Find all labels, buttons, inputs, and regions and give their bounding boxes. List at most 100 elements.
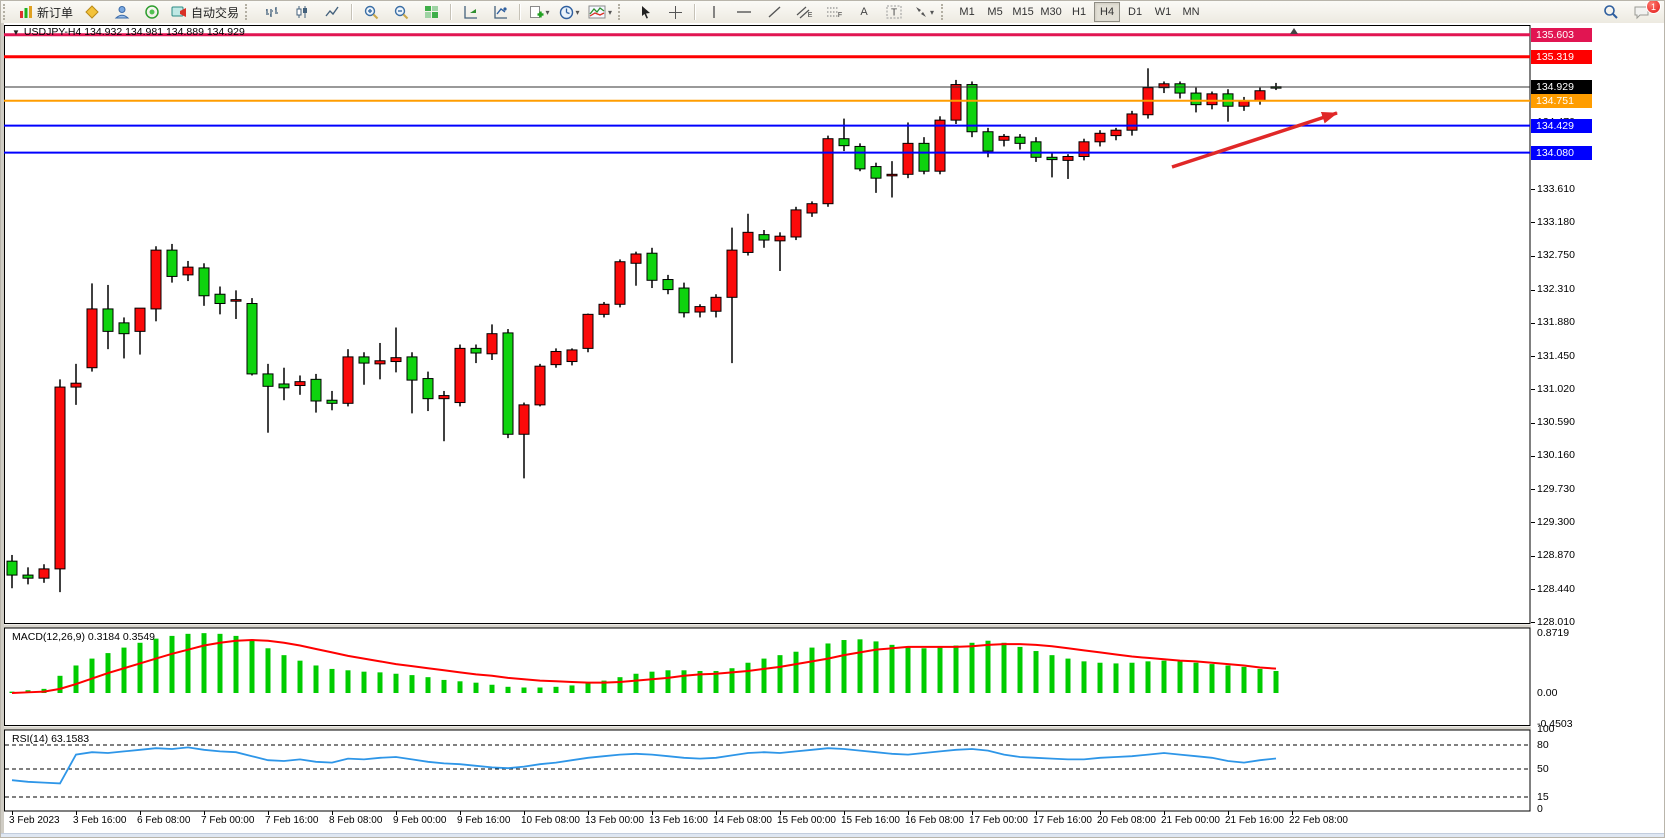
candle-body bbox=[1031, 142, 1041, 157]
time-axis-label: 17 Feb 16:00 bbox=[1033, 815, 1092, 826]
new-order-button[interactable]: 新订单 bbox=[15, 1, 77, 23]
add-indicator-button[interactable]: ▾ bbox=[524, 1, 554, 23]
macd-bar bbox=[202, 633, 207, 693]
signals-button[interactable] bbox=[137, 1, 167, 23]
price-chart[interactable] bbox=[4, 23, 1531, 833]
rsi-axis-label: 100 bbox=[1537, 723, 1555, 735]
price-tick bbox=[1531, 456, 1535, 457]
accounts-button[interactable] bbox=[107, 1, 137, 23]
vertical-line-icon bbox=[708, 5, 720, 19]
period-menu-button[interactable]: ▾ bbox=[554, 1, 584, 23]
macd-bar bbox=[1066, 659, 1071, 693]
time-axis-label: 6 Feb 08:00 bbox=[137, 815, 190, 826]
price-badge: 134.429 bbox=[1531, 119, 1592, 133]
auto-trading-label: 自动交易 bbox=[191, 4, 239, 21]
candlestick-chart-button[interactable] bbox=[287, 1, 317, 23]
crosshair-button[interactable] bbox=[660, 1, 690, 23]
text-tool-letter: A bbox=[860, 6, 867, 18]
auto-trading-button[interactable]: 自动交易 bbox=[167, 1, 243, 23]
macd-bar bbox=[426, 677, 431, 693]
candle-body bbox=[471, 348, 481, 353]
macd-bar bbox=[490, 685, 495, 693]
macd-bar bbox=[762, 659, 767, 693]
text-tool[interactable]: A bbox=[849, 1, 879, 23]
macd-bar bbox=[890, 645, 895, 693]
timeframe-h1[interactable]: H1 bbox=[1066, 2, 1092, 22]
timeframe-m30[interactable]: M30 bbox=[1038, 2, 1064, 22]
macd-bar bbox=[1130, 663, 1135, 693]
price-tick bbox=[1531, 256, 1535, 257]
price-tick bbox=[1531, 522, 1535, 523]
notification-badge: 1 bbox=[1646, 0, 1661, 14]
macd-bar bbox=[970, 643, 975, 693]
timeframe-h4[interactable]: H4 bbox=[1094, 2, 1120, 22]
text-label-tool[interactable]: T bbox=[879, 1, 909, 23]
time-axis-label: 3 Feb 16:00 bbox=[73, 815, 126, 826]
timeframe-m5[interactable]: M5 bbox=[982, 2, 1008, 22]
horizontal-line-tool[interactable] bbox=[729, 1, 759, 23]
price-badge: 135.603 bbox=[1531, 28, 1592, 42]
candle-body bbox=[775, 236, 785, 241]
vertical-line-tool[interactable] bbox=[699, 1, 729, 23]
candle-body bbox=[1207, 94, 1217, 105]
candle-body bbox=[1095, 133, 1105, 142]
timeframe-m1[interactable]: M1 bbox=[954, 2, 980, 22]
time-axis-label: 21 Feb 00:00 bbox=[1161, 815, 1220, 826]
time-axis-label: 22 Feb 08:00 bbox=[1289, 815, 1348, 826]
status-strip bbox=[1, 833, 1665, 838]
macd-axis-label: 0.8719 bbox=[1537, 627, 1569, 639]
tile-windows-button[interactable] bbox=[416, 1, 446, 23]
timeframe-d1[interactable]: D1 bbox=[1122, 2, 1148, 22]
macd-bar bbox=[858, 639, 863, 693]
macd-bar bbox=[298, 661, 303, 693]
add-indicator-icon bbox=[529, 5, 544, 19]
chat-button[interactable]: 1 bbox=[1626, 1, 1656, 23]
time-axis-label: 13 Feb 00:00 bbox=[585, 815, 644, 826]
time-axis-label: 9 Feb 16:00 bbox=[457, 815, 510, 826]
favorites-button[interactable] bbox=[77, 1, 107, 23]
zoom-out-button[interactable] bbox=[386, 1, 416, 23]
candle-body bbox=[55, 387, 65, 569]
line-chart-button[interactable] bbox=[317, 1, 347, 23]
time-axis-label: 16 Feb 08:00 bbox=[905, 815, 964, 826]
macd-bar bbox=[1242, 667, 1247, 693]
bar-chart-button[interactable] bbox=[257, 1, 287, 23]
timeframe-w1[interactable]: W1 bbox=[1150, 2, 1176, 22]
fibonacci-tool[interactable]: F bbox=[819, 1, 849, 23]
trendline-tool[interactable] bbox=[759, 1, 789, 23]
rsi-pane bbox=[5, 730, 1531, 811]
macd-bar bbox=[954, 646, 959, 693]
cursor-button[interactable] bbox=[630, 1, 660, 23]
candle-body bbox=[551, 351, 561, 364]
timeframe-mn[interactable]: MN bbox=[1178, 2, 1204, 22]
time-axis-label: 8 Feb 08:00 bbox=[329, 815, 382, 826]
macd-bar bbox=[234, 636, 239, 693]
objects-window-icon bbox=[493, 5, 508, 19]
search-icon bbox=[1603, 4, 1619, 20]
chevron-down-icon: ▼ bbox=[12, 28, 20, 37]
macd-bar bbox=[442, 680, 447, 693]
rsi-axis-label: 15 bbox=[1537, 791, 1549, 803]
candle-body bbox=[791, 210, 801, 237]
arrows-menu-button[interactable]: ▾ bbox=[909, 1, 939, 23]
templates-button[interactable]: ▾ bbox=[584, 1, 616, 23]
pane-splitter bbox=[4, 625, 1531, 628]
macd-bar bbox=[1210, 664, 1215, 693]
price-tick-label: 128.870 bbox=[1537, 549, 1575, 561]
search-button[interactable] bbox=[1596, 1, 1626, 23]
equidistant-channel-tool[interactable]: E bbox=[789, 1, 819, 23]
macd-bar bbox=[922, 648, 927, 693]
candle-body bbox=[375, 361, 385, 364]
macd-bar bbox=[362, 672, 367, 693]
macd-bar bbox=[394, 674, 399, 693]
candle-body bbox=[183, 267, 193, 275]
crosshair-icon bbox=[668, 5, 683, 20]
timeframe-m15[interactable]: M15 bbox=[1010, 2, 1036, 22]
zoom-in-button[interactable] bbox=[356, 1, 386, 23]
time-axis-label: 15 Feb 00:00 bbox=[777, 815, 836, 826]
price-tick-label: 131.880 bbox=[1537, 316, 1575, 328]
objects-window-button[interactable] bbox=[485, 1, 515, 23]
indicator-window-button[interactable] bbox=[455, 1, 485, 23]
candle-body bbox=[839, 139, 849, 146]
candle-body bbox=[983, 132, 993, 151]
